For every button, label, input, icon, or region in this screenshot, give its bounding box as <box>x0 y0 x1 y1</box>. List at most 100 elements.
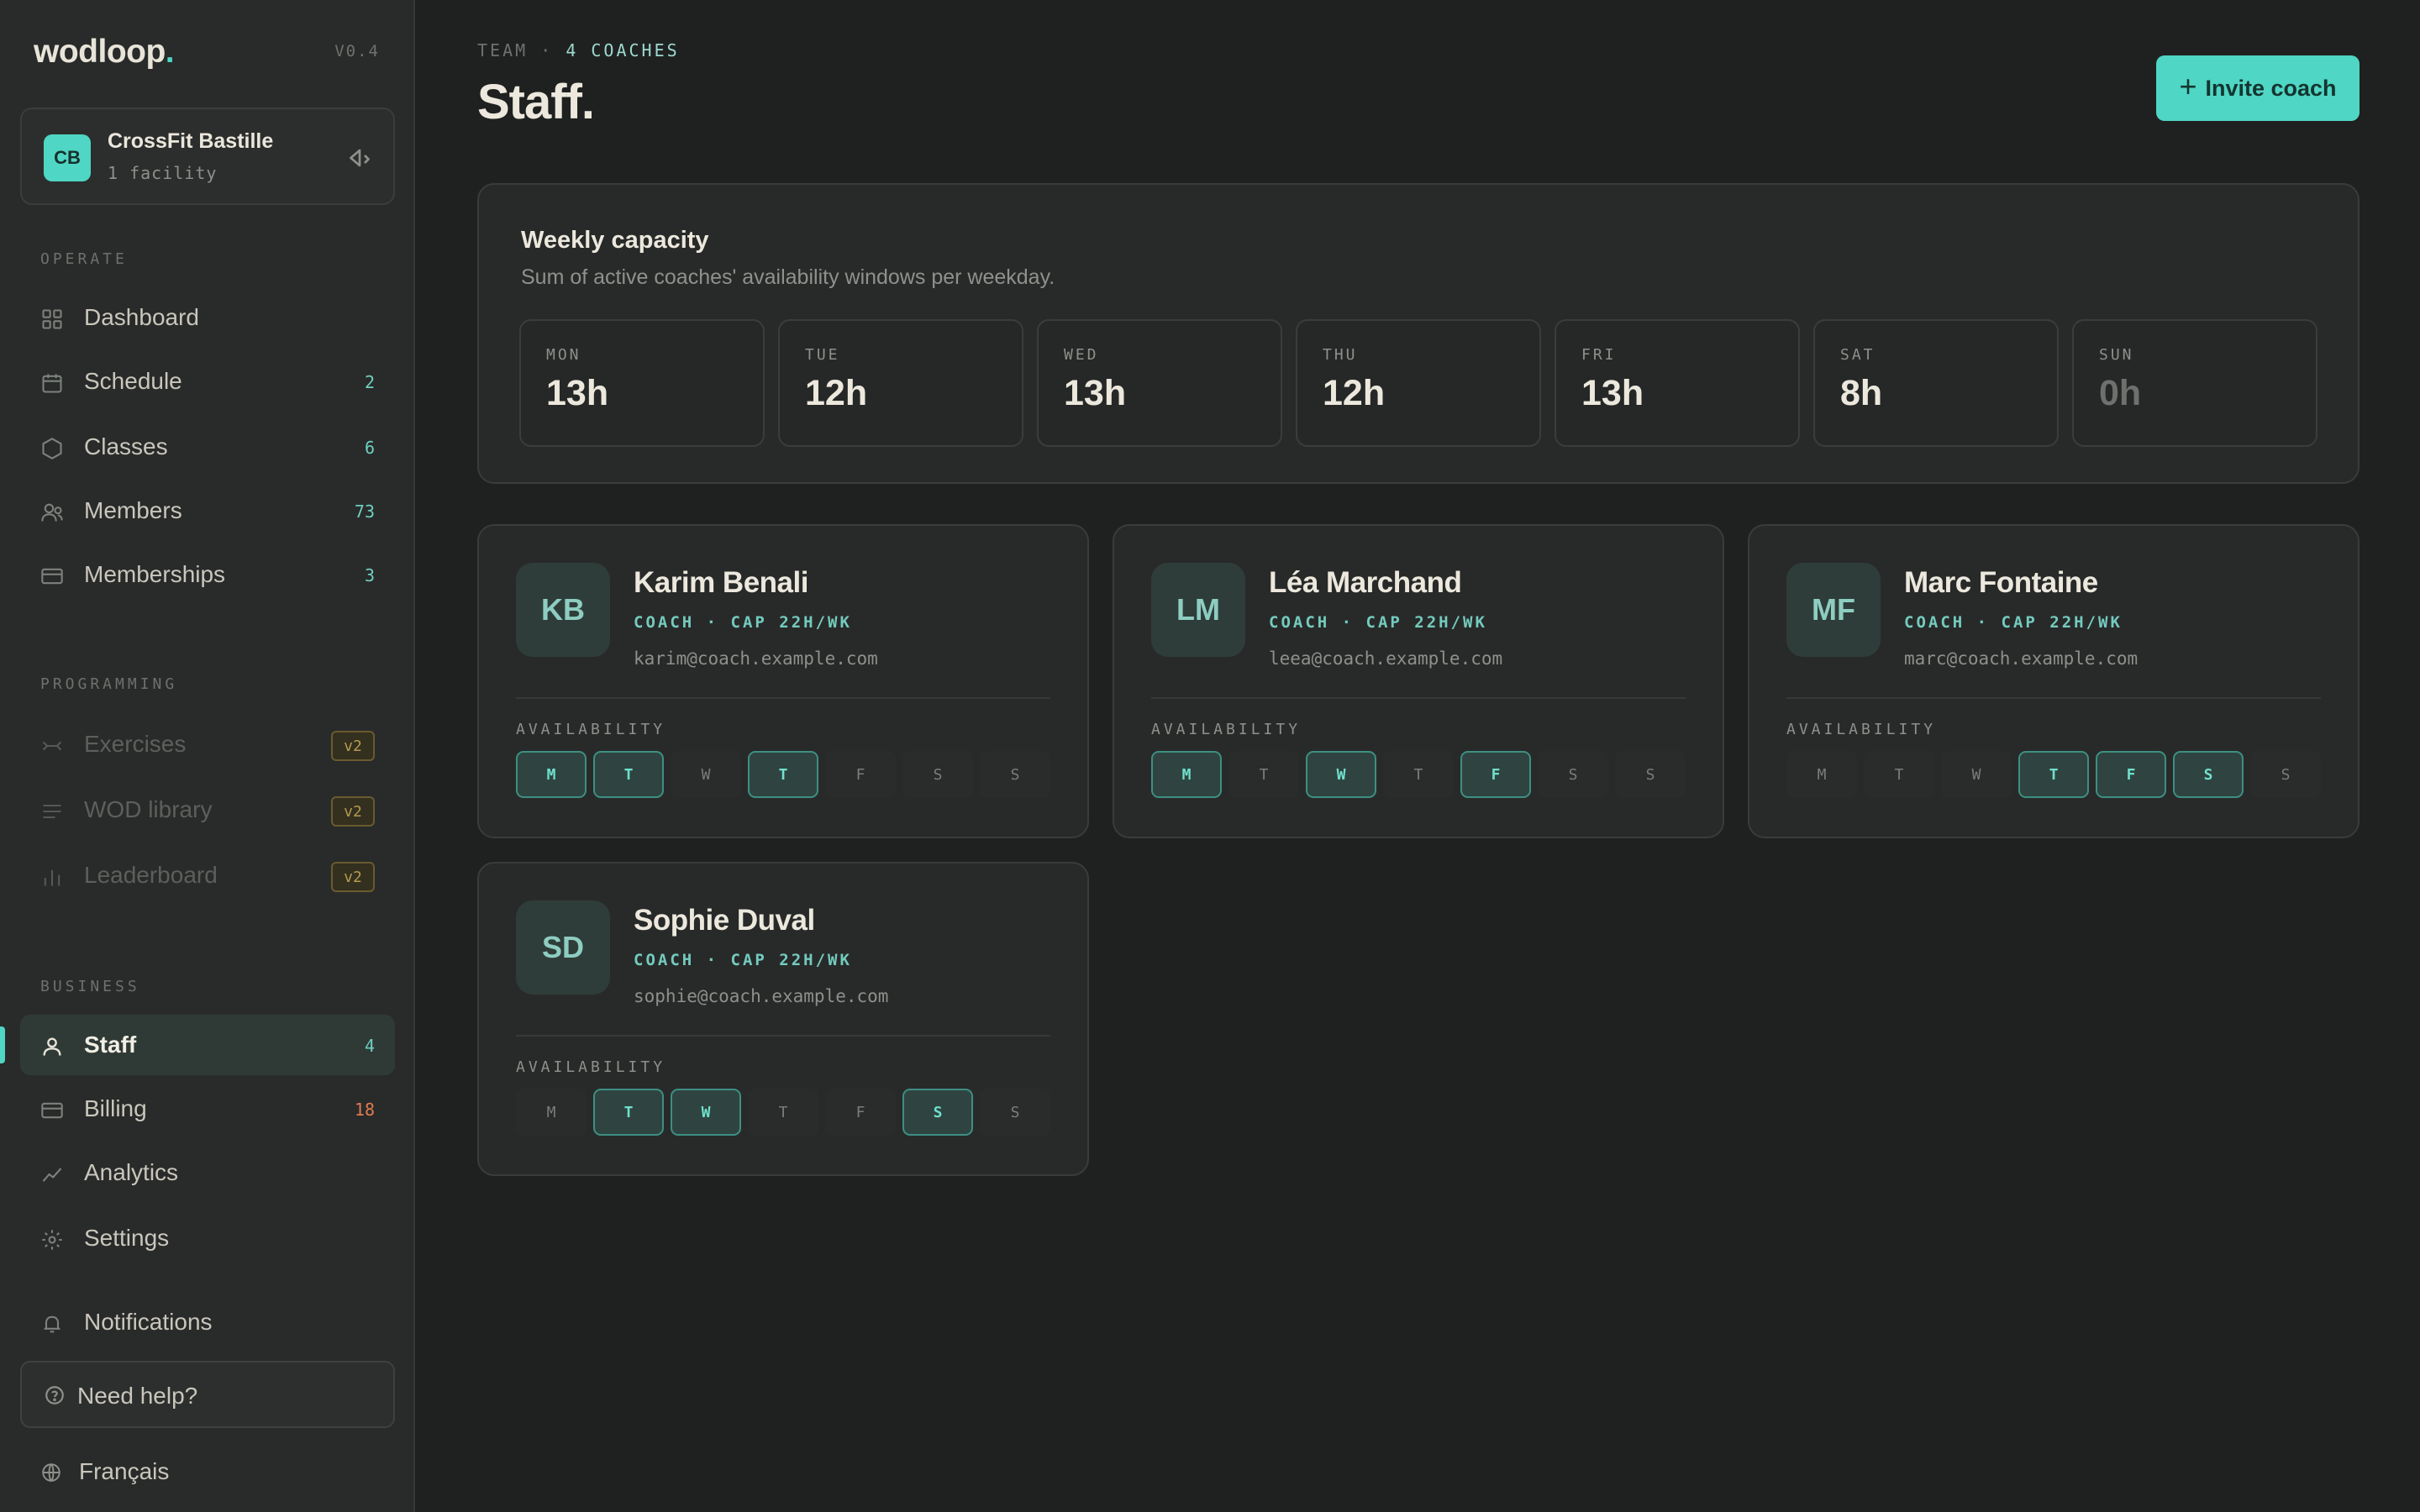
sidebar-item-label: Memberships <box>84 561 226 587</box>
count-badge: 73 <box>354 501 375 522</box>
availability-day-toggle[interactable]: W <box>1306 751 1376 798</box>
coach-name: Marc Fontaine <box>1904 566 2098 599</box>
day-name: SAT <box>1840 346 1876 364</box>
availability-day-toggle[interactable]: S <box>1538 751 1608 798</box>
availability-day-toggle[interactable]: W <box>671 751 741 798</box>
capacity-day-thu: THU 12h <box>1296 319 1541 447</box>
availability-day-toggle[interactable]: M <box>1151 751 1222 798</box>
count-badge: 4 <box>364 1036 375 1056</box>
availability-day-toggle[interactable]: T <box>1864 751 1934 798</box>
day-name: TUE <box>805 346 840 364</box>
sidebar-item-label: Leaderboard <box>84 862 218 888</box>
facility-switcher[interactable]: CB CrossFit Bastille 1 facility <box>20 108 395 205</box>
invite-coach-button[interactable]: + Invite coach <box>2156 55 2360 121</box>
avatar: LM <box>1151 563 1245 657</box>
sidebar-item-leaderboard[interactable]: Leaderboard v2 <box>20 845 395 906</box>
sidebar-item-notifications[interactable]: Notifications <box>20 1292 395 1352</box>
coach-role: COACH · CAP 22H/WK <box>634 951 852 969</box>
hexagon-icon <box>42 438 62 459</box>
availability-day-toggle[interactable]: W <box>671 1089 741 1136</box>
sidebar-item-label: Schedule <box>84 368 182 394</box>
availability-days: MTWTFSS <box>516 751 1050 798</box>
availability-day-toggle[interactable]: M <box>516 751 587 798</box>
coach-card[interactable]: KB Karim Benali COACH · CAP 22H/WK karim@co… <box>477 524 1089 838</box>
capacity-day-wed: WED 13h <box>1037 319 1282 447</box>
availability-day-toggle[interactable]: T <box>593 1089 664 1136</box>
section-programming: PROGRAMMING <box>40 675 178 693</box>
availability-day-toggle[interactable]: F <box>1460 751 1531 798</box>
day-hours: 0h <box>2099 373 2142 413</box>
grid-icon <box>42 309 62 329</box>
sidebar-item-schedule[interactable]: Schedule 2 <box>20 351 395 412</box>
sidebar: wodloop. V0.4 CB CrossFit Bastille 1 fac… <box>0 0 415 1512</box>
active-indicator <box>0 1026 5 1063</box>
switch-facility-icon[interactable] <box>345 143 375 173</box>
capacity-day-tue: TUE 12h <box>778 319 1023 447</box>
availability-day-toggle[interactable]: T <box>1383 751 1454 798</box>
day-hours: 8h <box>1840 373 1883 413</box>
coach-email: karim@coach.example.com <box>634 648 878 669</box>
sidebar-item-label: Settings <box>84 1225 170 1251</box>
availability-day-toggle[interactable]: T <box>1228 751 1299 798</box>
availability-day-toggle[interactable]: S <box>2173 751 2244 798</box>
sidebar-item-wod-library[interactable]: WOD library v2 <box>20 780 395 840</box>
coach-name: Léa Marchand <box>1269 566 1462 599</box>
facility-count: 1 facility <box>108 163 218 183</box>
availability-day-toggle[interactable]: F <box>2096 751 2166 798</box>
day-name: MON <box>546 346 581 364</box>
sidebar-item-memberships[interactable]: Memberships 3 <box>20 544 395 605</box>
availability-day-toggle[interactable]: F <box>825 751 896 798</box>
availability-day-toggle[interactable]: T <box>748 1089 818 1136</box>
coach-name: Karim Benali <box>634 566 808 599</box>
availability-day-toggle[interactable]: M <box>516 1089 587 1136</box>
day-hours: 12h <box>805 373 868 413</box>
sidebar-item-settings[interactable]: Settings <box>20 1208 395 1268</box>
sidebar-item-exercises[interactable]: Exercises v2 <box>20 714 395 774</box>
bell-icon <box>44 1315 60 1333</box>
day-hours: 13h <box>546 373 609 413</box>
availability-day-toggle[interactable]: S <box>1615 751 1686 798</box>
coach-card[interactable]: LM Léa Marchand COACH · CAP 22H/WK leea@coa… <box>1113 524 1724 838</box>
version-tag: v2 <box>331 796 375 827</box>
page-title: Staff. <box>477 75 595 129</box>
avatar: MF <box>1786 563 1881 657</box>
count-badge: 18 <box>354 1100 375 1120</box>
availability-day-toggle[interactable]: S <box>902 751 973 798</box>
sidebar-item-analytics[interactable]: Analytics <box>20 1142 395 1203</box>
coach-role: COACH · CAP 22H/WK <box>1904 613 2123 632</box>
availability-day-toggle[interactable]: S <box>902 1089 973 1136</box>
availability-day-toggle[interactable]: W <box>1941 751 2012 798</box>
availability-day-toggle[interactable]: S <box>980 1089 1050 1136</box>
coach-email: marc@coach.example.com <box>1904 648 2139 669</box>
day-hours: 13h <box>1064 373 1127 413</box>
weekly-capacity-panel: Weekly capacity Sum of active coaches' a… <box>477 183 2360 484</box>
sidebar-item-label: Staff <box>84 1032 137 1058</box>
sidebar-item-billing[interactable]: Billing 18 <box>20 1079 395 1139</box>
sidebar-item-classes[interactable]: Classes 6 <box>20 417 395 477</box>
availability-days: MTWTFSS <box>1151 751 1686 798</box>
divider <box>516 1035 1050 1037</box>
availability-day-toggle[interactable]: T <box>593 751 664 798</box>
calendar-icon <box>42 374 62 393</box>
help-button[interactable]: Need help? <box>20 1361 395 1428</box>
coach-card[interactable]: MF Marc Fontaine COACH · CAP 22H/WK marc@co… <box>1748 524 2360 838</box>
sidebar-item-dashboard[interactable]: Dashboard <box>20 287 395 348</box>
availability-day-toggle[interactable]: T <box>2018 751 2089 798</box>
availability-day-toggle[interactable]: S <box>2250 751 2321 798</box>
avatar: KB <box>516 563 610 657</box>
availability-day-toggle[interactable]: S <box>980 751 1050 798</box>
availability-day-toggle[interactable]: T <box>748 751 818 798</box>
sidebar-item-staff[interactable]: Staff 4 <box>20 1015 395 1075</box>
availability-label: AVAILABILITY <box>1151 721 1302 738</box>
breadcrumb: TEAM · 4 COACHES <box>477 40 680 60</box>
availability-day-toggle[interactable]: F <box>825 1089 896 1136</box>
card-icon <box>41 568 63 585</box>
trend-icon <box>42 1168 62 1182</box>
help-label: Need help? <box>77 1383 198 1409</box>
sidebar-item-members[interactable]: Members 73 <box>20 480 395 541</box>
availability-day-toggle[interactable]: M <box>1786 751 1857 798</box>
capacity-day-fri: FRI 13h <box>1555 319 1800 447</box>
day-name: FRI <box>1581 346 1617 364</box>
coach-card[interactable]: SD Sophie Duval COACH · CAP 22H/WK sophie@c… <box>477 862 1089 1176</box>
brand-logo[interactable]: wodloop. <box>34 34 175 71</box>
